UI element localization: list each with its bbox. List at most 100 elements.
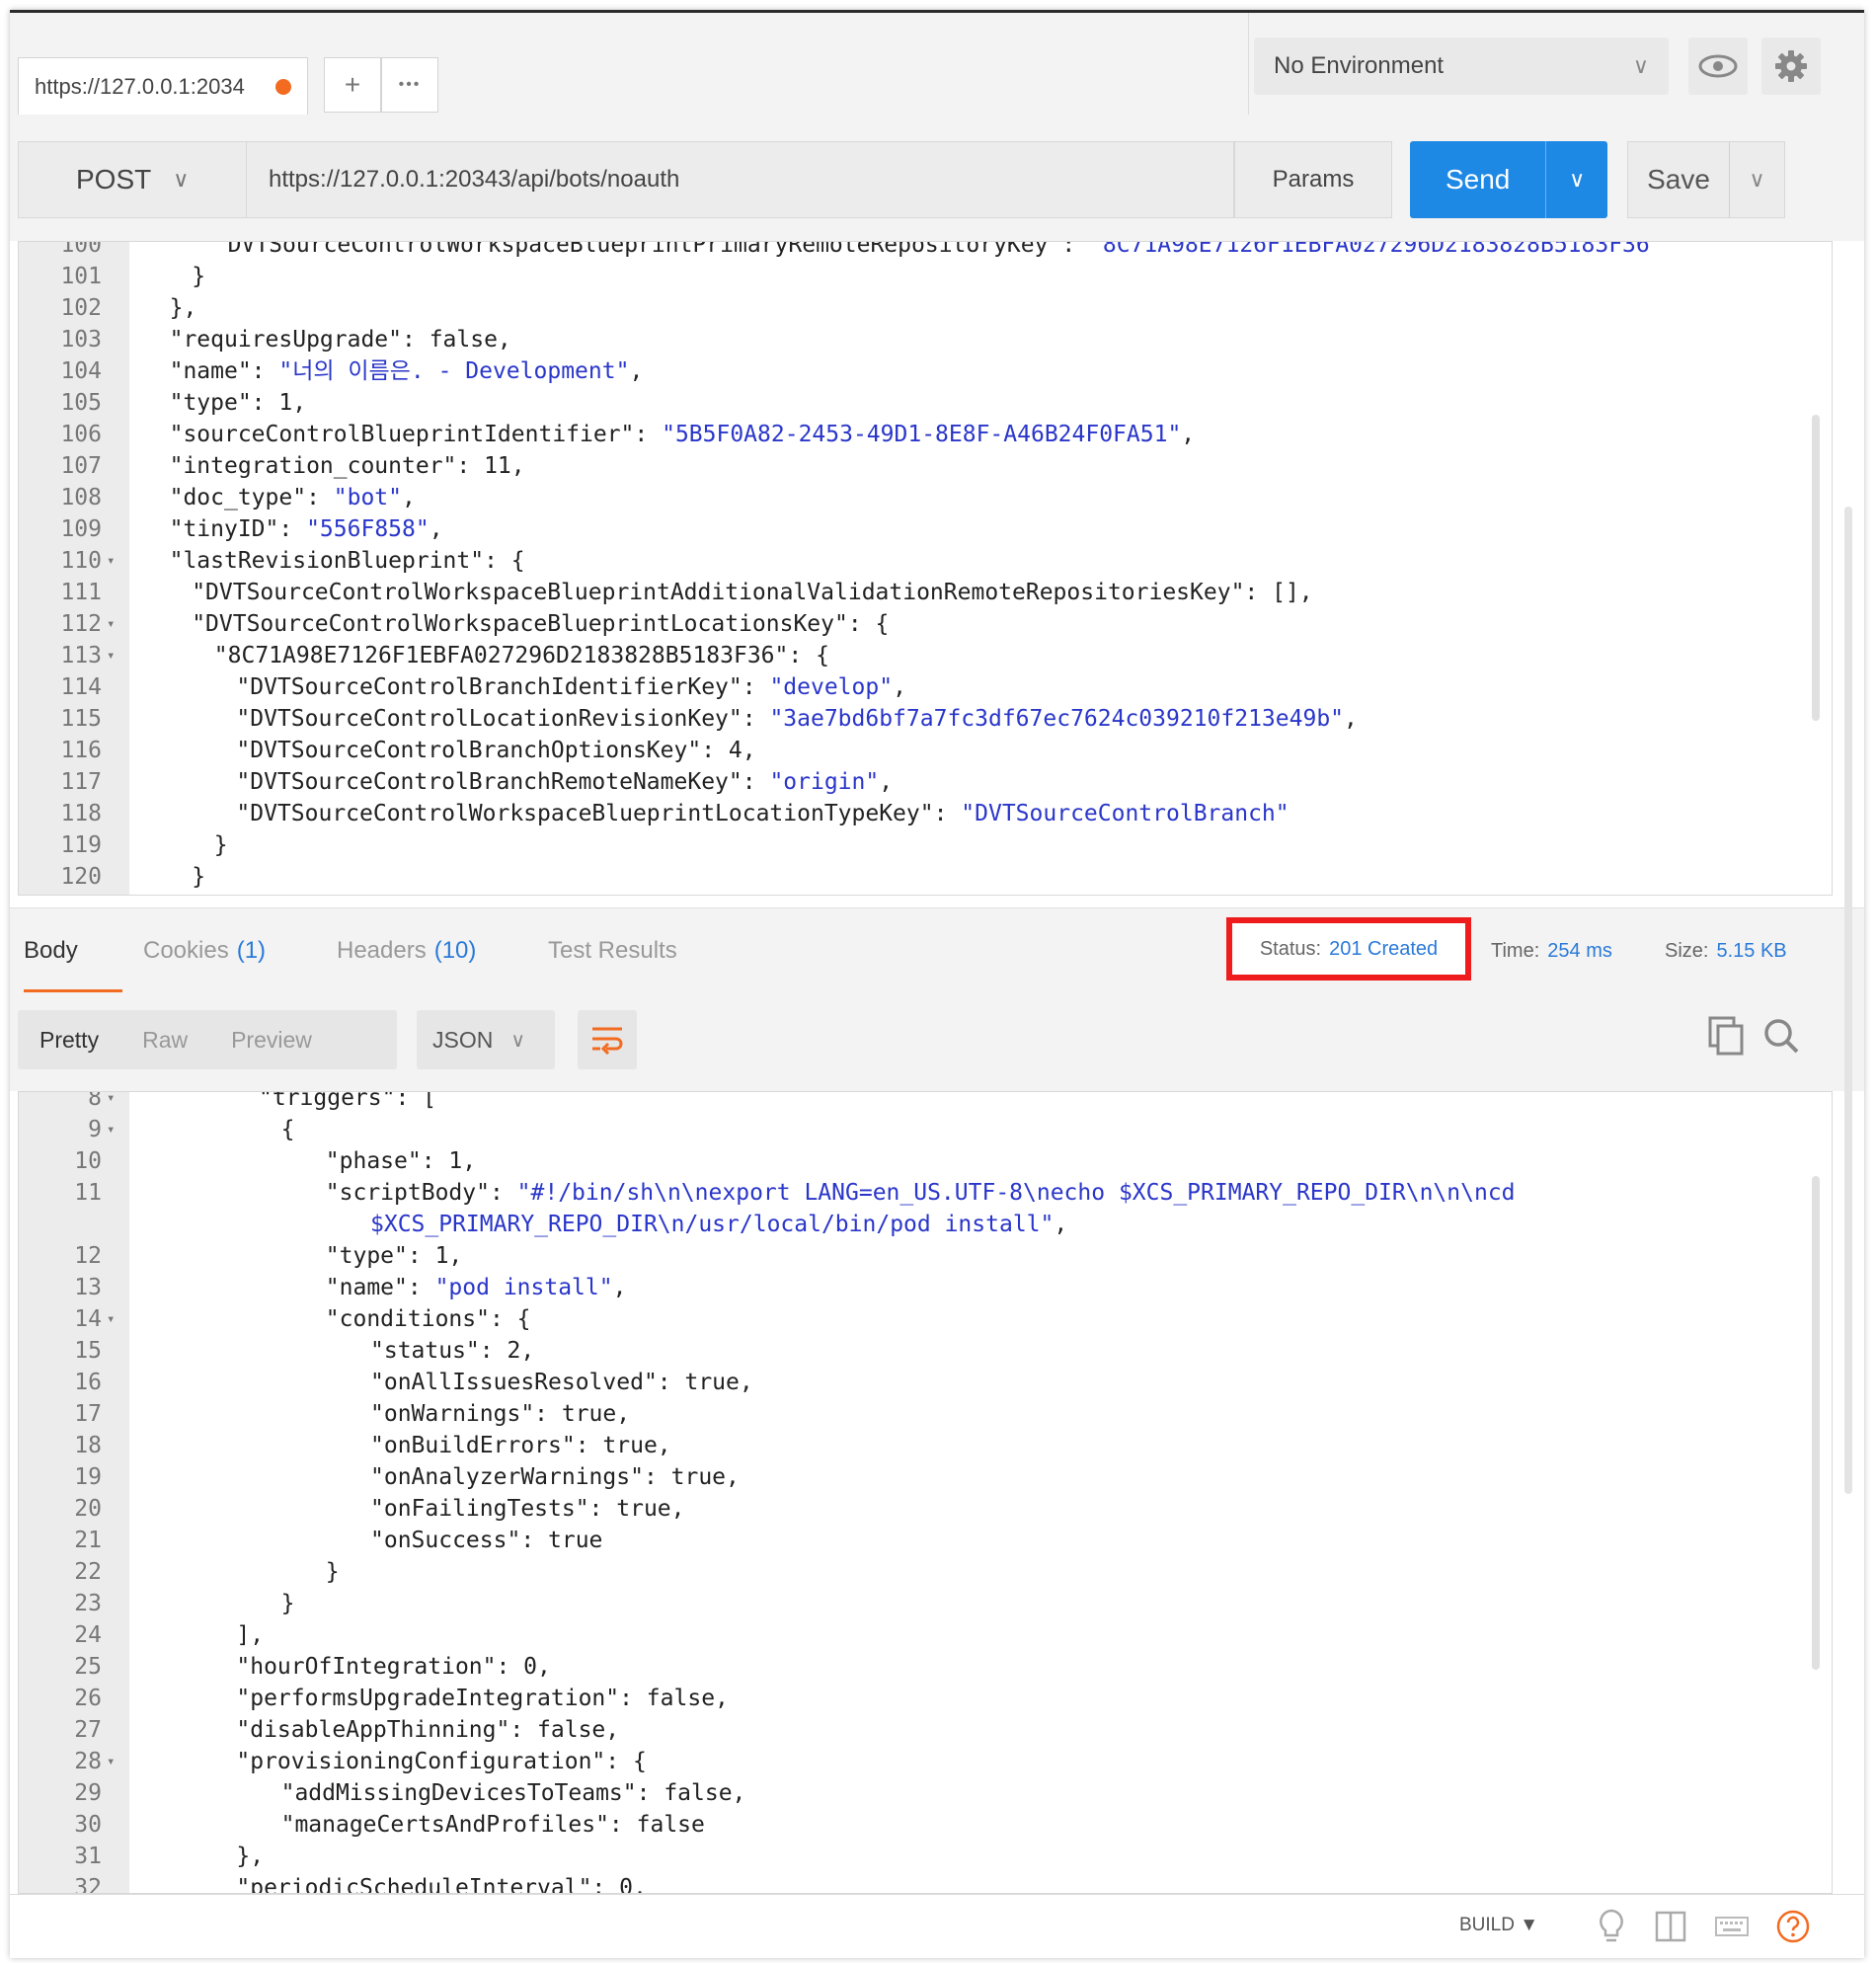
- fold-caret-icon[interactable]: ▾: [107, 1092, 115, 1114]
- code-text: "DVTSourceControlLocationRevisionKey": "…: [236, 703, 1358, 735]
- editor-scrollbar[interactable]: [1812, 415, 1820, 721]
- request-bar: POST ∨ https://127.0.0.1:20343/api/bots/…: [10, 115, 1864, 241]
- tab-headers[interactable]: Headers (10): [337, 908, 476, 993]
- code-token: "onBuildErrors": true,: [370, 1433, 671, 1458]
- save-label: Save: [1647, 164, 1710, 195]
- code-text: }: [214, 829, 228, 861]
- line-number: 27: [74, 1717, 102, 1743]
- line-number: 11: [74, 1180, 102, 1206]
- new-tab-button[interactable]: +: [324, 57, 381, 113]
- search-icon: [1764, 1019, 1799, 1054]
- tab-options-button[interactable]: •••: [381, 57, 438, 113]
- line-number: 113: [60, 643, 102, 668]
- window-scrollbar[interactable]: [1844, 507, 1852, 1494]
- code-token: "DVTSourceControlBranchOptionsKey": 4,: [236, 738, 756, 763]
- copy-button[interactable]: [1706, 1014, 1750, 1063]
- code-token: ],: [236, 1622, 265, 1648]
- help-button[interactable]: [1773, 1907, 1813, 1946]
- code-line: 106 "sourceControlBlueprintIdentifier": "…: [19, 419, 1796, 450]
- fold-caret-icon[interactable]: ▾: [107, 1303, 115, 1335]
- code-line: 107 "integration_counter": 11,: [19, 450, 1796, 482]
- code-line: 30 "manageCertsAndProfiles": false: [19, 1809, 1796, 1841]
- code-token: "status": 2,: [370, 1338, 535, 1364]
- send-label: Send: [1445, 164, 1511, 195]
- code-line: 116 "DVTSourceControlBranchOptionsKey": 4…: [19, 735, 1796, 766]
- code-token: ,: [893, 674, 906, 700]
- pretty-button[interactable]: Pretty: [18, 1027, 120, 1054]
- line-number: 10: [74, 1148, 102, 1174]
- environment-select[interactable]: No Environment ∨: [1254, 38, 1669, 95]
- code-text: "disableAppThinning": false,: [236, 1714, 619, 1746]
- code-line: 119}: [19, 829, 1796, 861]
- url-input[interactable]: https://127.0.0.1:20343/api/bots/noauth: [247, 141, 1234, 218]
- line-number: 110: [60, 548, 102, 574]
- tab-cookies[interactable]: Cookies (1): [143, 908, 266, 993]
- environment-quick-look-button[interactable]: [1688, 38, 1748, 95]
- format-bar: Pretty Raw Preview JSON ∨: [10, 992, 1864, 1091]
- send-options-button[interactable]: ∨: [1545, 141, 1607, 218]
- line-number: 16: [74, 1370, 102, 1395]
- line-number: 103: [60, 327, 102, 353]
- code-text: "conditions": {: [326, 1303, 531, 1335]
- code-text: "sourceControlBlueprintIdentifier": "5B5…: [170, 419, 1196, 450]
- line-number: 29: [74, 1780, 102, 1806]
- code-line: 111 "DVTSourceControlWorkspaceBlueprintAd…: [19, 577, 1796, 608]
- code-text: "requiresUpgrade": false,: [170, 324, 511, 355]
- line-number: 101: [60, 264, 102, 289]
- tab-body[interactable]: Body: [24, 908, 122, 993]
- response-body-viewer[interactable]: 8 ▾ "triggers": [9 ▾{10 "phase": 1, 11 "script…: [18, 1091, 1833, 1894]
- wrap-lines-button[interactable]: [578, 1010, 637, 1069]
- code-token: "DVTSourceControlWorkspaceBlueprintLocat…: [236, 801, 962, 826]
- save-button[interactable]: Save ∨: [1627, 141, 1785, 218]
- request-tab[interactable]: https://127.0.0.1:2034: [18, 57, 308, 115]
- fold-caret-icon[interactable]: ▾: [107, 545, 115, 577]
- string-token: "3ae7bd6bf7a7fc3df67ec7624c039210f213e49…: [769, 706, 1345, 732]
- save-options-button[interactable]: ∨: [1729, 142, 1784, 217]
- keyboard-shortcuts-button[interactable]: [1712, 1907, 1752, 1946]
- format-type-select[interactable]: JSON ∨: [417, 1010, 555, 1069]
- code-line: 18 "onBuildErrors": true,: [19, 1430, 1796, 1461]
- fold-caret-icon[interactable]: ▾: [107, 640, 115, 671]
- raw-button[interactable]: Raw: [120, 1027, 209, 1054]
- code-token: ,: [1054, 1212, 1068, 1237]
- line-number: 119: [60, 832, 102, 858]
- code-token: ,: [1344, 706, 1358, 732]
- code-line: 11 "scriptBody": "#!/bin/sh\n\nexport LAN…: [19, 1177, 1796, 1209]
- search-button[interactable]: [1761, 1014, 1805, 1063]
- send-button[interactable]: Send ∨: [1410, 141, 1607, 218]
- fold-caret-icon[interactable]: ▾: [107, 608, 115, 640]
- code-text: "onSuccess": true: [370, 1525, 602, 1556]
- code-token: "sourceControlBlueprintIdentifier":: [169, 422, 663, 447]
- viewer-scrollbar[interactable]: [1812, 1176, 1820, 1670]
- code-text: "phase": 1,: [326, 1145, 476, 1177]
- tab-test-results[interactable]: Test Results: [548, 908, 677, 993]
- status-label: Status:: [1259, 937, 1322, 960]
- code-line: 13 "name": "pod install",: [19, 1272, 1796, 1303]
- manage-environments-button[interactable]: [1761, 38, 1821, 95]
- code-token: ,: [879, 769, 894, 795]
- two-pane-button[interactable]: [1651, 1907, 1690, 1946]
- wrap-icon: [592, 1027, 623, 1055]
- environment-label: No Environment: [1274, 52, 1445, 79]
- code-token: "conditions": {: [325, 1306, 531, 1332]
- line-number: 112: [60, 611, 102, 637]
- code-text: "DVTSourceControlBranchOptionsKey": 4,: [236, 735, 755, 766]
- code-text: "status": 2,: [370, 1335, 534, 1367]
- line-number: 21: [74, 1528, 102, 1553]
- build-menu[interactable]: BUILD ▼: [1459, 1895, 1538, 1956]
- method-select[interactable]: POST ∨: [18, 141, 247, 218]
- status-badge: Status: 201 Created: [1226, 917, 1471, 981]
- request-body-editor[interactable]: 100 "DVTSourceControlWorkspaceBlueprintPr…: [18, 241, 1833, 896]
- line-number: 114: [60, 674, 102, 700]
- code-token: "manageCertsAndProfiles": false: [280, 1812, 705, 1838]
- fold-caret-icon[interactable]: ▾: [107, 1746, 115, 1777]
- string-token: "DVTSourceControlBranch": [961, 801, 1290, 826]
- cookies-count: (1): [236, 937, 267, 964]
- preview-button[interactable]: Preview: [209, 1027, 334, 1054]
- line-number: 24: [74, 1622, 102, 1648]
- fold-caret-icon[interactable]: ▾: [107, 1114, 115, 1145]
- params-button[interactable]: Params: [1234, 141, 1392, 218]
- unsaved-dot-icon: [275, 78, 291, 95]
- string-token: "8C71A98E7126F1EBFA027296D2183828B5183F3…: [1089, 241, 1664, 258]
- lightbulb-button[interactable]: [1592, 1907, 1631, 1946]
